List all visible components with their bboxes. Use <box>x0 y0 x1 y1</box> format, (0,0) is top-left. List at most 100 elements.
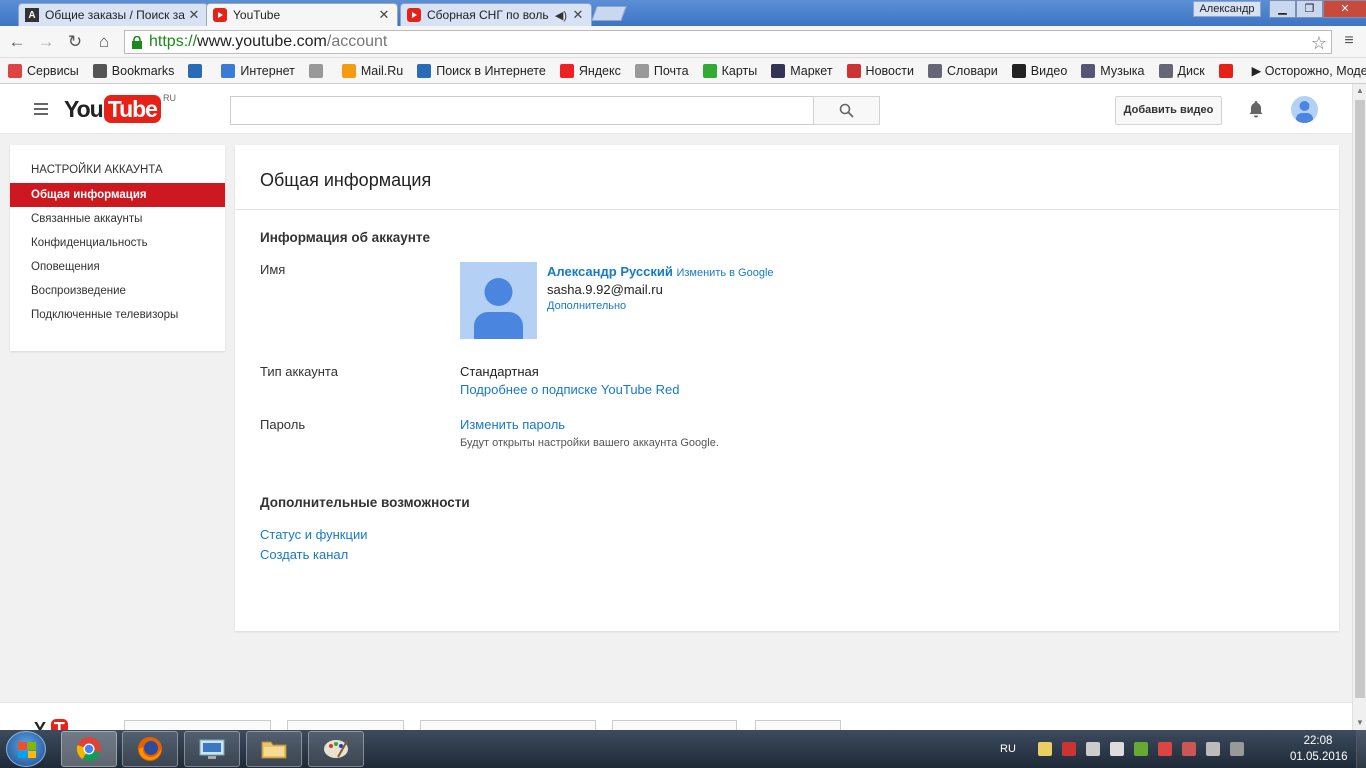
tray-antivirus-icon[interactable] <box>1061 742 1076 756</box>
sidebar-item-playback[interactable]: Воспроизведение <box>10 279 225 303</box>
bookmark-label: Mail.Ru <box>360 63 404 78</box>
home-icon[interactable]: ⌂ <box>94 32 114 52</box>
taskbar-paint[interactable] <box>308 731 364 767</box>
change-password-link[interactable]: Изменить пароль <box>460 417 565 432</box>
bookmark-star-icon[interactable]: ☆ <box>1311 33 1327 54</box>
create-channel-link[interactable]: Создать канал <box>260 547 348 562</box>
footer-help-button[interactable] <box>755 720 841 730</box>
language-indicator[interactable]: RU <box>1000 743 1016 755</box>
more-link[interactable]: Дополнительно <box>547 300 626 312</box>
tray-update-icon[interactable] <box>1133 742 1148 756</box>
bookmark-item[interactable] <box>188 63 207 78</box>
page-icon <box>634 63 649 78</box>
browser-tab-youtube[interactable]: YouTube ✕ <box>206 3 398 26</box>
bookmark-item[interactable]: Музыка <box>1081 63 1145 78</box>
sidebar-item-connected-tvs[interactable]: Подключенные телевизоры <box>10 303 225 327</box>
minimize-button[interactable]: ▁ <box>1269 0 1296 18</box>
youtube-logo[interactable]: You Tube RU <box>64 93 176 123</box>
bookmark-item[interactable]: Словари <box>927 63 998 78</box>
bookmark-item[interactable]: ▶ Осторожно, Моде <box>1252 63 1366 78</box>
search-button[interactable] <box>813 96 880 125</box>
bookmark-item[interactable]: Яндекс <box>559 63 621 78</box>
user-name-link[interactable]: Александр Русский <box>547 264 673 279</box>
taskbar-network-app[interactable] <box>184 731 240 767</box>
footer-language-button[interactable] <box>124 720 271 730</box>
browser-tab-orders[interactable]: A Общие заказы / Поиск за ✕ <box>18 3 208 26</box>
footer-history-button[interactable] <box>612 720 737 730</box>
new-tab-button[interactable] <box>591 6 627 21</box>
yandex-icon <box>559 63 574 78</box>
bookmark-item[interactable]: Маркет <box>771 63 833 78</box>
reload-icon[interactable]: ↻ <box>65 32 85 52</box>
forward-icon[interactable]: → <box>36 32 56 52</box>
bookmark-item[interactable]: Новости <box>846 63 914 78</box>
name-line: Александр Русский Изменить в Google <box>547 264 774 279</box>
upload-button[interactable]: Добавить видео <box>1115 96 1222 125</box>
show-desktop-button[interactable] <box>1356 730 1366 768</box>
bookmark-item[interactable]: Почта <box>634 63 689 78</box>
status-features-link[interactable]: Статус и функции <box>260 527 367 542</box>
sidebar-item-privacy[interactable]: Конфиденциальность <box>10 231 225 255</box>
tray-settings-icon[interactable] <box>1085 742 1100 756</box>
browser-tab-sng[interactable]: Сборная СНГ по воль ◀) ✕ <box>400 3 592 26</box>
bookmark-item[interactable] <box>1218 63 1238 78</box>
close-window-button[interactable]: ✕ <box>1323 0 1366 18</box>
tray-volume-icon[interactable] <box>1109 742 1124 756</box>
scroll-down-icon[interactable]: ▼ <box>1353 716 1366 730</box>
close-icon[interactable]: ✕ <box>571 7 585 23</box>
taskbar-explorer[interactable] <box>246 731 302 767</box>
restore-button[interactable]: ❐ <box>1296 0 1323 18</box>
bookmark-label: Диск <box>1177 63 1205 78</box>
sidebar-title: НАСТРОЙКИ АККАУНТА <box>31 164 163 176</box>
footer-country-button[interactable] <box>287 720 404 730</box>
address-bar[interactable]: https:// www.youtube.com /account ☆ <box>124 30 1332 54</box>
apps-icon <box>8 63 22 78</box>
tray-battery-icon[interactable] <box>1229 742 1244 756</box>
bookmark-item[interactable]: Карты <box>702 63 757 78</box>
taskbar-firefox[interactable] <box>122 731 178 767</box>
bookmark-label: Сервисы <box>27 63 79 78</box>
url-path: /account <box>326 33 388 50</box>
scrollbar-thumb[interactable] <box>1355 100 1365 698</box>
search-input[interactable] <box>230 96 814 125</box>
close-icon[interactable]: ✕ <box>187 7 201 23</box>
bookmark-item[interactable]: Интернет <box>221 63 295 78</box>
bookmark-item[interactable]: Сервисы <box>8 63 79 78</box>
guide-menu-icon[interactable] <box>34 103 48 118</box>
start-button[interactable] <box>6 731 46 767</box>
footer-safety-button[interactable] <box>420 720 596 730</box>
taskbar-chrome[interactable] <box>61 731 117 767</box>
browser-menu-icon[interactable]: ≡ <box>1340 32 1358 50</box>
tray-tools-icon[interactable] <box>1181 742 1196 756</box>
scroll-up-icon[interactable]: ▲ <box>1353 84 1366 98</box>
notifications-bell-icon[interactable] <box>1246 99 1266 122</box>
dict-icon <box>927 63 942 78</box>
back-icon[interactable]: ← <box>7 32 27 52</box>
windows-logo-icon <box>18 742 36 758</box>
bookmark-item[interactable]: Mail.Ru <box>341 63 404 78</box>
speaker-icon: ◀) <box>554 9 567 22</box>
account-avatar[interactable] <box>1291 96 1318 123</box>
youtube-red-link[interactable]: Подробнее о подписке YouTube Red <box>460 382 679 397</box>
close-icon[interactable]: ✕ <box>377 7 391 23</box>
bookmark-item[interactable]: Поиск в Интернете <box>417 63 546 78</box>
bookmark-item[interactable]: Bookmarks <box>92 63 174 78</box>
tray-network-icon[interactable] <box>1205 742 1220 756</box>
bookmark-item[interactable]: Видео <box>1011 63 1067 78</box>
tray-flag-icon[interactable] <box>1157 742 1172 756</box>
bookmark-item[interactable]: Диск <box>1158 63 1205 78</box>
sidebar-item-notifications[interactable]: Оповещения <box>10 255 225 279</box>
bookmark-item[interactable] <box>308 63 328 78</box>
tray-note-icon[interactable] <box>1037 742 1052 756</box>
page-scrollbar[interactable]: ▲ ▼ <box>1352 84 1366 730</box>
taskbar-clock[interactable]: 22:08 01.05.2016 <box>1290 733 1348 765</box>
sidebar-item-linked-accounts[interactable]: Связанные аккаунты <box>10 207 225 231</box>
network-computer-icon <box>199 739 225 759</box>
password-note: Будут открыты настройки вашего аккаунта … <box>460 437 719 449</box>
url-scheme: https:// <box>149 33 198 50</box>
search-icon <box>839 103 854 118</box>
edit-in-google-link[interactable]: Изменить в Google <box>676 267 773 279</box>
profile-chip[interactable]: Александр <box>1193 1 1261 17</box>
news-icon <box>846 63 861 78</box>
sidebar-item-overview[interactable]: Общая информация <box>10 183 225 207</box>
